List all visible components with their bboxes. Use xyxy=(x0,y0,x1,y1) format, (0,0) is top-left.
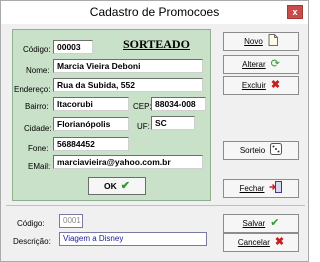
novo-button[interactable]: Novo xyxy=(223,32,299,51)
bottom-codigo-label: Código: xyxy=(17,219,45,228)
fechar-button[interactable]: Fechar xyxy=(223,179,299,198)
bottom-separator xyxy=(6,205,305,206)
exit-door-icon xyxy=(269,181,283,196)
fone-label: Fone: xyxy=(28,144,49,153)
ok-label: OK xyxy=(104,181,117,191)
new-document-icon xyxy=(268,34,278,49)
cancelar-label: Cancelar xyxy=(237,238,270,247)
checkmark-icon: ✔ xyxy=(270,217,280,229)
close-button[interactable]: x xyxy=(287,5,303,19)
cep-label: CEP: xyxy=(133,102,152,111)
nome-label: Nome: xyxy=(26,66,50,75)
uf-label: UF: xyxy=(137,122,150,131)
email-field[interactable]: marciavieira@yahoo.com.br xyxy=(53,155,203,169)
excluir-label: Excluir xyxy=(241,81,266,90)
cancel-x-icon: ✖ xyxy=(274,236,285,248)
uf-field[interactable]: SC xyxy=(151,116,195,130)
bairro-label: Bairro: xyxy=(25,102,49,111)
excluir-button[interactable]: Excluir ✖ xyxy=(223,76,299,95)
checkmark-icon: ✔ xyxy=(120,179,130,192)
cancelar-button[interactable]: Cancelar ✖ xyxy=(223,233,299,252)
sorteio-label: Sorteio xyxy=(239,146,266,155)
codigo-field[interactable]: 00003 xyxy=(53,40,93,54)
cidade-label: Cidade: xyxy=(24,124,52,133)
delete-x-icon: ✖ xyxy=(270,79,281,91)
refresh-icon: ⟳ xyxy=(270,58,280,70)
sorteado-panel xyxy=(12,29,211,201)
endereco-label: Endereço: xyxy=(14,85,51,94)
sorteado-heading: SORTEADO xyxy=(123,37,190,51)
cidade-field[interactable]: Florianópolis xyxy=(53,117,129,131)
salvar-button[interactable]: Salvar ✔ xyxy=(223,214,299,233)
fone-field[interactable]: 56884452 xyxy=(53,137,129,151)
cep-field[interactable]: 88034-008 xyxy=(151,97,206,111)
sorteio-button[interactable]: Sorteio xyxy=(223,141,299,160)
promocoes-window: Cadastro de Promocoes x SORTEADO Código:… xyxy=(0,0,309,262)
window-title: Cadastro de Promocoes xyxy=(89,5,220,19)
fechar-label: Fechar xyxy=(239,184,265,193)
nome-field[interactable]: Marcia Vieira Deboni xyxy=(53,59,203,73)
dice-icon xyxy=(270,143,283,158)
title-bar: Cadastro de Promocoes x xyxy=(1,1,308,24)
alterar-button[interactable]: Alterar ⟳ xyxy=(223,55,299,74)
bairro-field[interactable]: Itacorubi xyxy=(53,97,129,111)
alterar-label: Alterar xyxy=(242,60,266,69)
endereco-field[interactable]: Rua da Subida, 552 xyxy=(53,78,203,92)
email-label: EMail: xyxy=(28,162,51,171)
ok-button[interactable]: OK ✔ xyxy=(88,177,146,195)
novo-label: Novo xyxy=(244,37,263,46)
bottom-codigo-field[interactable]: 0001 xyxy=(59,214,83,228)
descricao-field[interactable]: Viagem a Disney xyxy=(59,232,207,246)
descricao-label: Descrição: xyxy=(13,237,51,246)
codigo-label: Código: xyxy=(23,45,51,54)
salvar-label: Salvar xyxy=(242,219,266,228)
